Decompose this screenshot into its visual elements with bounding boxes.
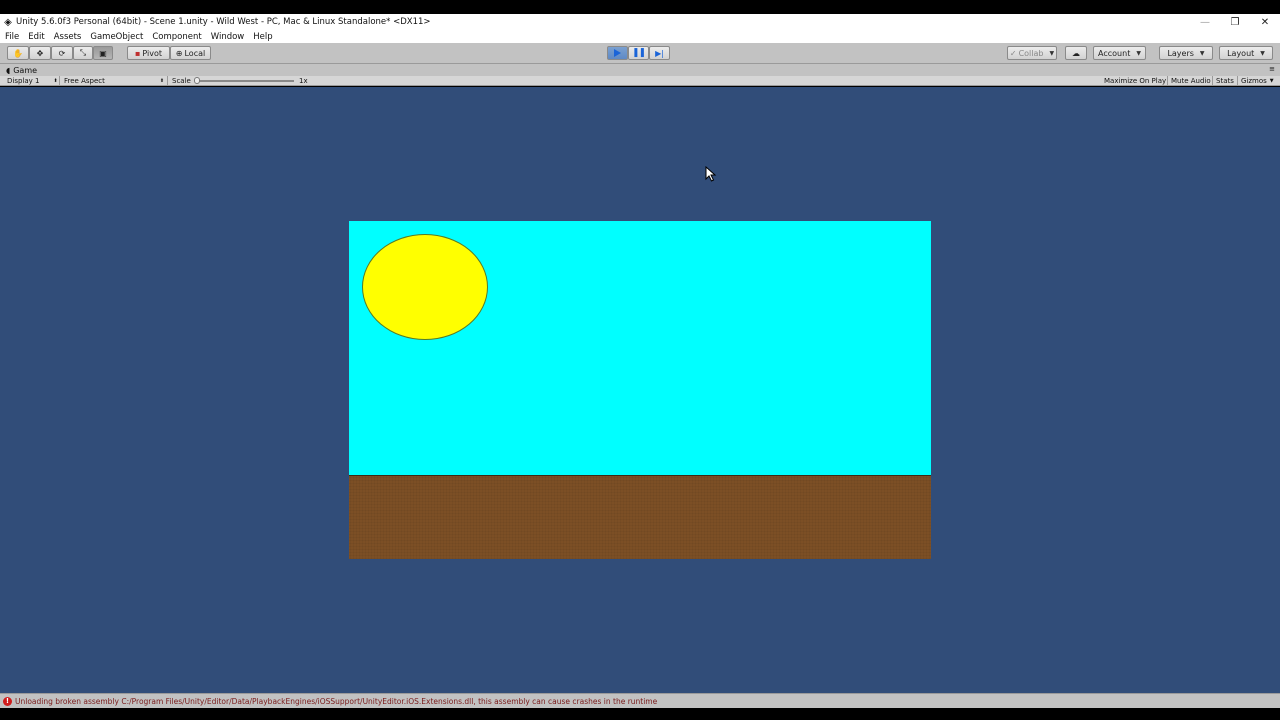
scale-slider-track[interactable] (196, 80, 294, 82)
restore-icon[interactable]: ❐ (1220, 14, 1250, 30)
divider (1237, 76, 1238, 86)
layers-label: Layers (1167, 48, 1194, 58)
local-toggle-button[interactable]: ⊕ Local (170, 46, 211, 60)
pivot-label: Pivot (142, 48, 163, 58)
ground-dirt (349, 475, 931, 559)
bottom-black-border (0, 708, 1280, 720)
pause-button[interactable]: ❚❚ (628, 46, 649, 60)
step-button[interactable]: ▶| (649, 46, 670, 60)
collab-check-icon: ✓ (1009, 48, 1017, 58)
layers-dropdown[interactable]: Layers ▼ (1159, 46, 1213, 60)
window-titlebar: ◈ Unity 5.6.0f3 Personal (64bit) - Scene… (0, 14, 1280, 30)
scale-tool-button[interactable]: ⤡ (73, 46, 93, 60)
scale-icon: ⤡ (79, 48, 87, 57)
window-controls: — ❐ ✕ (1190, 14, 1280, 30)
rotate-icon: ⟳ (58, 48, 66, 58)
tab-game[interactable]: Game (13, 66, 37, 75)
local-icon: ⊕ (175, 48, 183, 58)
rotate-tool-button[interactable]: ⟳ (51, 46, 73, 60)
main-toolbar: ✋ ✥ ⟳ ⤡ ▣ ▪ Pivot ⊕ Local ❚❚ ▶| ✓ Collab… (0, 43, 1280, 64)
close-icon[interactable]: ✕ (1250, 14, 1280, 30)
collab-label: Collab (1018, 48, 1044, 58)
stats-toggle[interactable]: Stats (1216, 76, 1234, 86)
move-icon: ✥ (36, 48, 44, 58)
mouse-cursor-icon (705, 166, 717, 182)
menu-file[interactable]: File (5, 32, 19, 42)
chevron-down-icon: ▼ (1199, 49, 1205, 57)
maximize-on-play-toggle[interactable]: Maximize On Play (1104, 76, 1166, 86)
divider (167, 76, 168, 86)
step-icon: ▶| (655, 48, 664, 58)
game-viewport[interactable] (0, 87, 1280, 693)
gizmos-label: Gizmos (1241, 77, 1267, 85)
console-status-bar[interactable]: ! Unloading broken assembly C:/Program F… (0, 693, 1280, 708)
pivot-icon: ▪ (134, 48, 141, 58)
display-dropdown[interactable]: Display 1 ⬍ (7, 76, 58, 86)
rect-tool-button[interactable]: ▣ (93, 46, 113, 60)
menu-help[interactable]: Help (253, 32, 272, 42)
game-tab-header: ◖ Game ≡ (0, 64, 1280, 76)
menu-gameobject[interactable]: GameObject (90, 32, 143, 42)
status-message: Unloading broken assembly C:/Program Fil… (15, 696, 658, 706)
cloud-button[interactable]: ☁ (1065, 46, 1087, 60)
collab-dropdown[interactable]: ✓ Collab ▼ (1007, 46, 1057, 60)
play-icon (614, 49, 621, 57)
account-label: Account (1098, 48, 1131, 58)
local-label: Local (184, 48, 206, 58)
menu-edit[interactable]: Edit (28, 32, 44, 42)
aspect-label: Free Aspect (64, 77, 105, 85)
unity-logo-icon: ◈ (4, 16, 12, 28)
move-tool-button[interactable]: ✥ (29, 46, 51, 60)
divider (1212, 76, 1213, 86)
scale-value: 1x (299, 77, 308, 85)
menu-window[interactable]: Window (211, 32, 245, 42)
rect-icon: ▣ (99, 48, 107, 58)
scale-slider-thumb[interactable] (194, 77, 200, 84)
account-dropdown[interactable]: Account ▼ (1093, 46, 1146, 60)
divider (59, 76, 60, 86)
play-button[interactable] (607, 46, 628, 60)
mute-audio-toggle[interactable]: Mute Audio (1171, 76, 1211, 86)
gizmos-dropdown[interactable]: Gizmos ▼ (1241, 76, 1274, 86)
pivot-toggle-button[interactable]: ▪ Pivot (127, 46, 170, 60)
aspect-dropdown[interactable]: Free Aspect ⬍ (64, 76, 164, 86)
hand-tool-button[interactable]: ✋ (7, 46, 29, 60)
dropdown-arrows-icon: ⬍ (159, 78, 165, 84)
game-view-controlbar: Display 1 ⬍ Free Aspect ⬍ Scale 1x Maxim… (0, 76, 1280, 86)
minimize-icon[interactable]: — (1190, 14, 1220, 30)
cloud-icon: ☁ (1072, 48, 1080, 58)
sun-sprite (362, 234, 488, 340)
chevron-down-icon: ▼ (1260, 49, 1265, 57)
dropdown-arrows-icon: ⬍ (53, 78, 58, 84)
chevron-down-icon: ▼ (1136, 49, 1141, 57)
chevron-down-icon: ▼ (1269, 78, 1274, 84)
layout-label: Layout (1227, 48, 1255, 58)
display-label: Display 1 (7, 77, 40, 85)
game-scene-render (349, 221, 931, 559)
top-black-border (0, 0, 1280, 14)
chevron-down-icon: ▼ (1049, 49, 1055, 57)
hand-icon: ✋ (13, 48, 23, 58)
layout-dropdown[interactable]: Layout ▼ (1219, 46, 1273, 60)
divider (1167, 76, 1168, 86)
scale-label: Scale (172, 77, 191, 85)
menu-assets[interactable]: Assets (54, 32, 82, 42)
menu-bar: File Edit Assets GameObject Component Wi… (0, 30, 1280, 43)
game-pacman-icon: ◖ (6, 65, 11, 75)
window-title: Unity 5.6.0f3 Personal (64bit) - Scene 1… (16, 17, 431, 27)
error-icon: ! (3, 696, 12, 706)
tab-menu-icon[interactable]: ≡ (1269, 65, 1275, 73)
pause-icon: ❚❚ (631, 48, 646, 58)
menu-component[interactable]: Component (152, 32, 201, 42)
